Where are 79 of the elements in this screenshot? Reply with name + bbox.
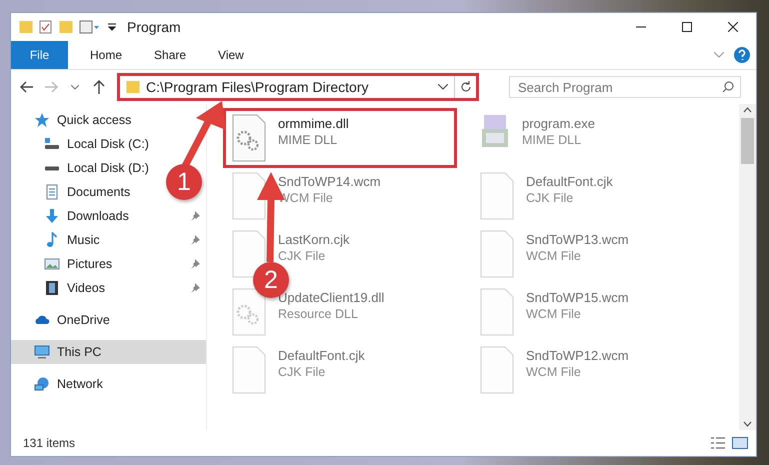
sidebar-item[interactable]: Downloads [11,204,206,228]
computer-icon [34,344,50,360]
file-name: SndToWP14.wcm [278,174,381,189]
maximize-icon [682,22,692,32]
scrollbar[interactable] [739,104,756,430]
arrow-up-icon [93,80,105,94]
window-title: Program [127,19,181,35]
settings-file-icon [232,114,266,162]
file-icon [480,230,514,278]
file-name: LastKorn.cjk [278,232,350,247]
file-type: CJK File [278,249,326,263]
scroll-thumb[interactable] [741,118,754,164]
sidebar-item[interactable]: Network [11,372,109,396]
drive-icon [44,138,60,150]
file-name: ormmime.dll [278,116,349,131]
file-name: DefaultFont.cjk [526,174,613,189]
file-item[interactable]: ormmime.dll MIME DLL [223,108,457,168]
file-type: WCM File [526,307,582,321]
sidebar-item[interactable]: Pictures [11,252,206,276]
sidebar-item[interactable]: Quick access [11,108,138,132]
close-icon [728,22,738,32]
file-type: CJK File [278,365,326,379]
folder-icon [126,81,140,93]
file-type: WCM File [526,365,582,379]
file-icon [232,230,266,278]
file-icon [480,288,514,336]
file-icon [232,346,266,394]
sidebar-item[interactable]: Music [11,228,206,252]
address-path: C:\Program Files\Program Directory [146,79,370,95]
properties-icon[interactable] [39,20,53,34]
ribbon-tab[interactable]: View [202,41,260,69]
folder-icon [19,21,33,33]
file-name: SndToWP12.wcm [526,348,629,363]
sidebar-item[interactable]: This PC [11,340,206,364]
sidebar-item[interactable]: OneDrive [11,308,116,332]
sidebar-item[interactable]: Documents [11,180,136,204]
sidebar-item[interactable]: Videos [11,276,206,300]
drive-icon [44,166,60,170]
file-icon [480,172,514,220]
image-icon [44,256,60,272]
file-type: WCM File [526,249,582,263]
customize-icon[interactable] [107,23,117,31]
details-view-icon[interactable] [710,436,726,450]
file-type: CJK File [526,191,574,205]
sidebar-item[interactable]: Local Disk (D:) [11,156,155,180]
ribbon-tab[interactable]: Home [74,41,138,69]
file-name: SndToWP15.wcm [526,290,629,305]
file-type: Resource DLL [278,307,359,321]
help-icon[interactable] [734,47,750,63]
file-type: MIME DLL [522,133,582,147]
file-icon [232,172,266,220]
sidebar-item[interactable]: Local Disk (C:) [11,132,155,156]
view-options-icon[interactable] [79,20,101,34]
search-field[interactable]: Search Program [509,76,741,98]
large-icons-view-icon[interactable] [732,436,748,450]
chevron-down-icon[interactable] [438,84,448,90]
document-icon [44,184,60,200]
search-icon [722,81,734,93]
star-icon [34,112,50,128]
file-name: DefaultFont.cjk [278,348,365,363]
address-bar[interactable]: C:\Program Files\Program Directory [117,73,479,101]
file-icon [480,346,514,394]
minimize-icon [636,26,646,28]
ribbon-tab[interactable]: File [11,41,68,69]
arrow-right-icon [44,81,58,93]
music-note-icon [44,232,60,248]
arrow-left-icon [20,81,34,93]
settings-file-icon [232,288,266,336]
file-type: MIME DLL [278,133,338,147]
file-name: SndToWP13.wcm [526,232,629,247]
file-name: program.exe [522,116,595,131]
item-count: 131 items [23,436,76,450]
chevron-down-icon [71,84,79,90]
installer-icon [480,114,510,148]
refresh-icon [460,81,472,93]
ribbon-tab[interactable]: Share [138,41,202,69]
film-icon [44,280,60,296]
network-icon [34,376,50,392]
download-icon [44,208,60,224]
